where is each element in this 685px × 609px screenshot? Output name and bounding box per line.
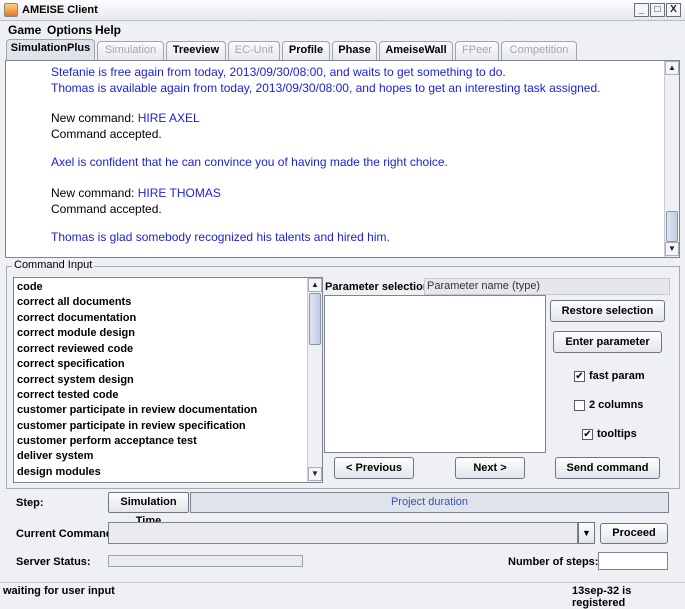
minimize-button[interactable]: _ <box>634 3 649 17</box>
status-right: 13sep-32 is registered <box>572 585 632 609</box>
current-command-field[interactable] <box>108 522 578 544</box>
scroll-up-arrow-icon[interactable]: ▲ <box>665 61 679 75</box>
tooltips-label: tooltips <box>597 428 637 440</box>
parameter-selection-label: Parameter selection <box>325 281 430 293</box>
list-item[interactable]: correct documentation <box>17 312 136 324</box>
close-button[interactable]: X <box>666 3 681 17</box>
list-item[interactable]: customer participate in review documenta… <box>17 404 257 416</box>
previous-button[interactable]: < Previous <box>334 457 414 479</box>
menu-help[interactable]: Help <box>95 23 121 37</box>
scroll-thumb[interactable] <box>666 211 678 242</box>
tab-phase[interactable]: Phase <box>332 41 377 60</box>
java-app-icon <box>4 3 18 17</box>
tab-treeview[interactable]: Treeview <box>166 41 226 60</box>
fast-param-checkbox[interactable]: ✔ <box>574 371 585 382</box>
log-line: Thomas is available again from today, 20… <box>51 81 601 95</box>
maximize-button[interactable]: □ <box>650 3 665 17</box>
two-columns-checkbox[interactable] <box>574 400 585 411</box>
tab-ameisewall[interactable]: AmeiseWall <box>379 41 453 60</box>
status-bar: waiting for user input 13sep-32 is regis… <box>0 582 685 609</box>
scroll-thumb[interactable] <box>309 293 321 345</box>
two-columns-label: 2 columns <box>589 399 644 411</box>
scroll-down-arrow-icon[interactable]: ▼ <box>308 467 322 481</box>
log-prefix: New command: <box>51 111 138 125</box>
parameter-list[interactable] <box>324 295 546 453</box>
list-item[interactable]: correct tested code <box>17 389 118 401</box>
window-title: AMEISE Client <box>22 4 98 16</box>
list-item[interactable]: deliver system <box>17 450 93 462</box>
project-duration-bar: Project duration <box>190 492 669 513</box>
title-bar: AMEISE Client _ □ X <box>0 0 685 21</box>
list-item[interactable]: customer perform acceptance test <box>17 435 197 447</box>
enter-parameter-button[interactable]: Enter parameter <box>553 331 662 353</box>
menu-game[interactable]: Game <box>8 23 41 37</box>
menu-options[interactable]: Options <box>47 23 92 37</box>
menu-bar: Game Options Help <box>0 21 685 39</box>
tab-ec-unit[interactable]: EC-Unit <box>228 41 280 60</box>
current-command-label: Current Command <box>16 528 113 540</box>
simulation-time-button[interactable]: Simulation Time <box>108 492 189 527</box>
tab-fpeer[interactable]: FPeer <box>455 41 499 60</box>
next-button[interactable]: Next > <box>455 457 525 479</box>
log-line: New command: HIRE AXEL <box>51 111 200 125</box>
status-left: waiting for user input <box>3 585 115 597</box>
list-item[interactable]: customer participate in review specifica… <box>17 420 246 432</box>
list-item[interactable]: correct specification <box>17 358 125 370</box>
simulation-log[interactable]: Stefanie is free again from today, 2013/… <box>5 60 680 258</box>
log-prefix: New command: <box>51 186 138 200</box>
log-line: Command accepted. <box>51 127 162 141</box>
send-command-button[interactable]: Send command <box>555 457 660 479</box>
server-status-label: Server Status: <box>16 556 91 568</box>
tab-bar: SimulationPlus Simulation Treeview EC-Un… <box>0 39 685 61</box>
log-scrollbar[interactable]: ▲ ▼ <box>664 61 679 257</box>
number-of-steps-label: Number of steps: <box>508 556 599 568</box>
log-line: Thomas is glad somebody recognized his t… <box>51 230 390 244</box>
chevron-down-icon[interactable]: ▼ <box>578 522 595 544</box>
number-of-steps-input[interactable] <box>598 552 668 570</box>
log-line: Command accepted. <box>51 202 162 216</box>
tooltips-checkbox[interactable]: ✔ <box>582 429 593 440</box>
log-command: HIRE THOMAS <box>137 186 221 200</box>
list-item[interactable]: correct system design <box>17 374 134 386</box>
list-item[interactable]: code <box>17 281 43 293</box>
scroll-down-arrow-icon[interactable]: ▼ <box>665 242 679 256</box>
list-item[interactable]: correct all documents <box>17 296 131 308</box>
restore-selection-button[interactable]: Restore selection <box>550 300 665 322</box>
proceed-button[interactable]: Proceed <box>600 523 668 544</box>
server-status-progress <box>108 555 303 567</box>
tab-profile[interactable]: Profile <box>282 41 330 60</box>
command-list[interactable]: code correct all documents correct docum… <box>13 277 323 483</box>
command-input-title: Command Input <box>12 259 95 271</box>
log-line: New command: HIRE THOMAS <box>51 186 221 200</box>
log-line: Stefanie is free again from today, 2013/… <box>51 65 506 79</box>
list-item[interactable]: correct module design <box>17 327 135 339</box>
log-line: Axel is confident that he can convince y… <box>51 155 448 169</box>
tab-competition[interactable]: Competition <box>501 41 577 60</box>
parameter-name-header: Parameter name (type) <box>424 278 670 295</box>
fast-param-label: fast param <box>589 370 645 382</box>
log-command: HIRE AXEL <box>137 111 200 125</box>
list-item[interactable]: correct reviewed code <box>17 343 133 355</box>
tab-simulationplus[interactable]: SimulationPlus <box>6 39 95 61</box>
step-label: Step: <box>16 497 44 509</box>
list-item[interactable]: design modules <box>17 466 101 478</box>
tab-simulation[interactable]: Simulation <box>97 41 164 60</box>
scroll-up-arrow-icon[interactable]: ▲ <box>308 278 322 292</box>
command-list-scrollbar[interactable]: ▲ ▼ <box>307 278 322 482</box>
